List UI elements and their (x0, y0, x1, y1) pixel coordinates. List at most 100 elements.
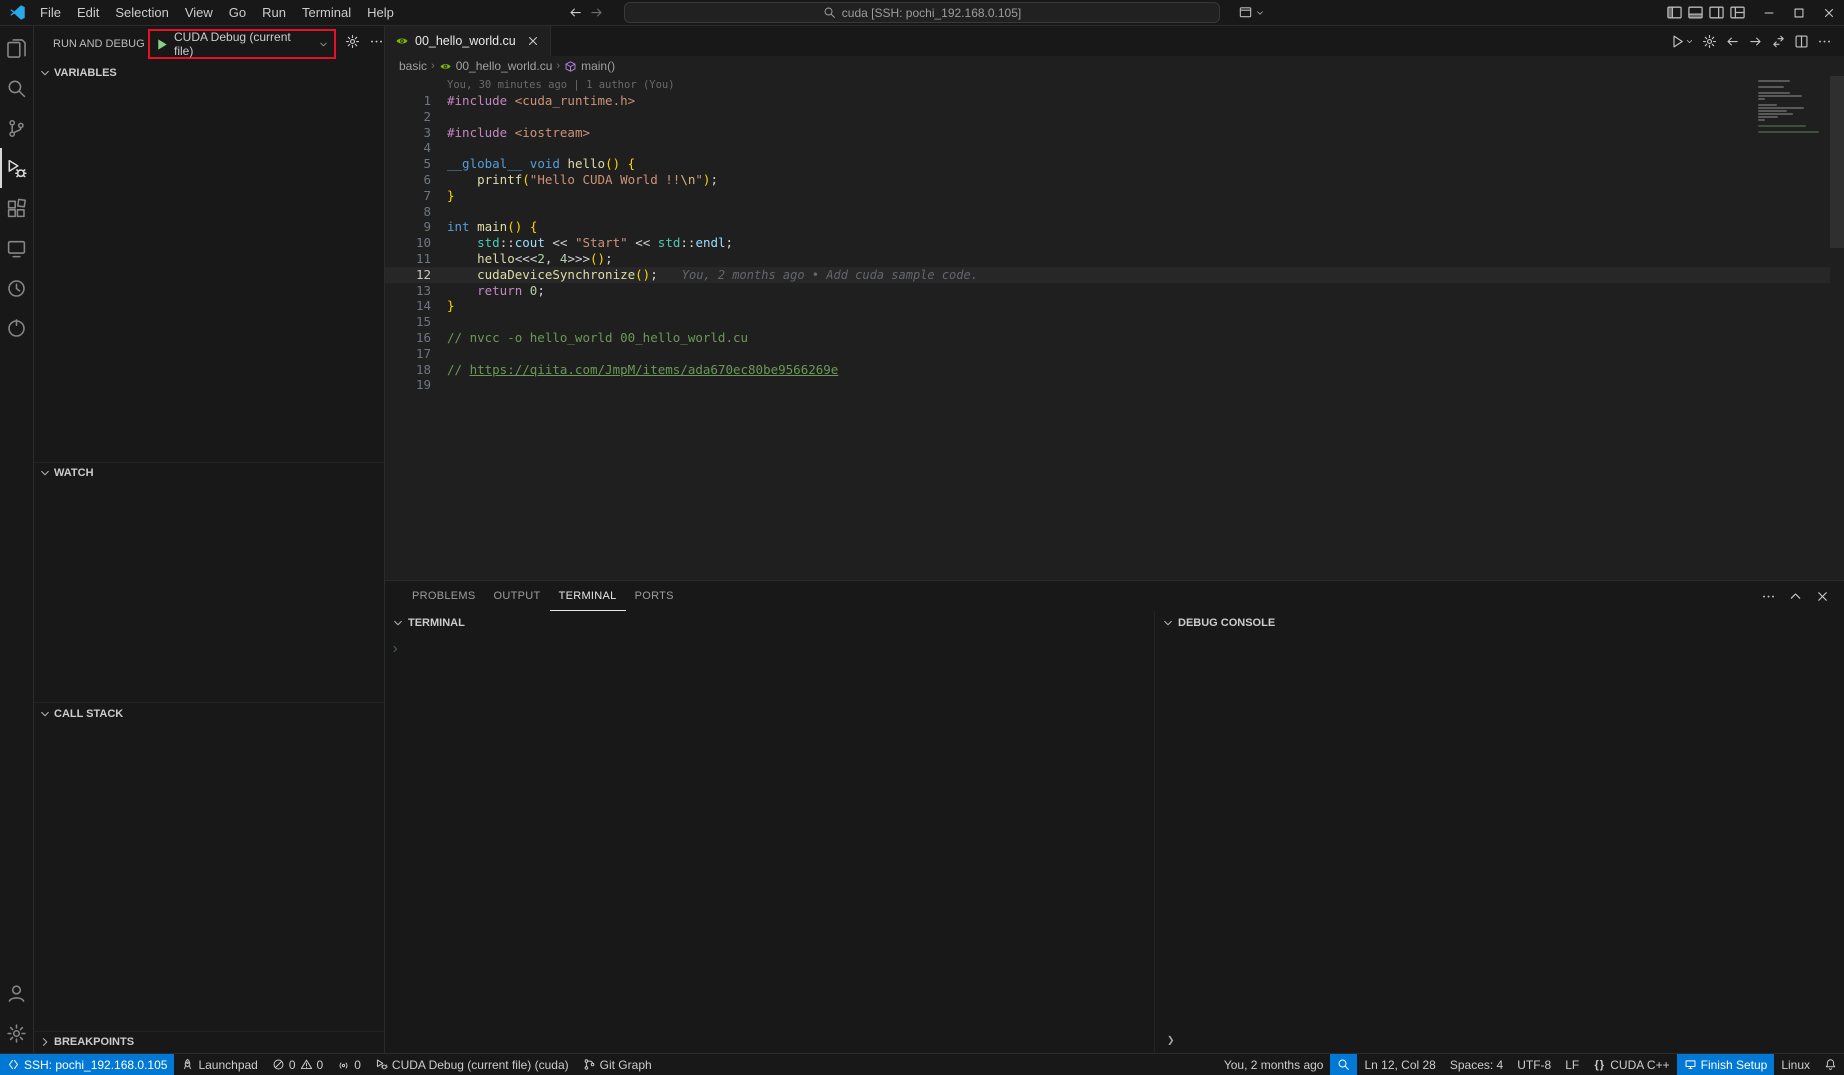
activity-source-control-icon[interactable] (0, 108, 33, 148)
activity-explorer-icon[interactable] (0, 28, 33, 68)
code-line[interactable]: 12 cudaDeviceSynchronize();You, 2 months… (385, 267, 1830, 283)
activity-settings-gear-icon[interactable] (0, 1013, 33, 1053)
code-line[interactable]: 7} (385, 188, 1830, 204)
toggle-secondary-sidebar-icon[interactable] (1708, 4, 1725, 21)
line-number[interactable]: 18 (385, 362, 431, 378)
close-tab-icon[interactable] (526, 34, 540, 48)
toggle-panel-icon[interactable] (1687, 4, 1704, 21)
code-line[interactable]: 13 return 0; (385, 283, 1830, 299)
section-header-breakpoints[interactable]: BREAKPOINTS (34, 1031, 384, 1053)
split-editor-button[interactable] (1792, 32, 1811, 51)
code-line[interactable]: 6 printf("Hello CUDA World !!\n"); (385, 172, 1830, 188)
minimap[interactable] (1754, 79, 1830, 136)
status-ports[interactable]: 0 (330, 1054, 368, 1075)
go-back-button[interactable] (1723, 32, 1742, 51)
section-header-watch[interactable]: WATCH (34, 462, 384, 484)
menu-view[interactable]: View (177, 2, 221, 24)
menu-file[interactable]: File (32, 2, 69, 24)
panel-tab-terminal[interactable]: TERMINAL (550, 581, 626, 611)
status-git-graph[interactable]: Git Graph (576, 1054, 659, 1075)
code-line[interactable]: 11 hello<<<2, 4>>>(); (385, 251, 1830, 267)
start-debugging-button[interactable] (155, 37, 170, 52)
debug-console-body[interactable]: ❯ (1155, 635, 1844, 1053)
search-box[interactable]: cuda [SSH: pochi_192.168.0.105] (624, 2, 1220, 23)
line-number[interactable]: 13 (385, 283, 431, 299)
line-number[interactable]: 5 (385, 156, 431, 172)
status-cursor-position[interactable]: Ln 12, Col 28 (1357, 1054, 1442, 1075)
line-number[interactable]: 17 (385, 346, 431, 362)
close-window-button[interactable] (1814, 0, 1844, 25)
line-number[interactable]: 10 (385, 235, 431, 251)
go-forward-icon[interactable] (589, 5, 604, 20)
menu-run[interactable]: Run (254, 2, 294, 24)
activity-extensions-icon[interactable] (0, 188, 33, 228)
line-number[interactable]: 4 (385, 140, 431, 156)
code-line[interactable]: 17 (385, 346, 1830, 362)
panel-tab-output[interactable]: OUTPUT (485, 581, 550, 611)
activity-live-share-icon[interactable] (0, 308, 33, 348)
git-blame-lens[interactable]: You, 30 minutes ago | 1 author (You) (385, 78, 1830, 93)
status-encoding[interactable]: UTF-8 (1510, 1054, 1558, 1075)
line-number[interactable]: 1 (385, 93, 431, 109)
line-number[interactable]: 3 (385, 125, 431, 141)
status-eol[interactable]: LF (1558, 1054, 1586, 1075)
menu-edit[interactable]: Edit (69, 2, 107, 24)
more-actions-icon[interactable] (1761, 589, 1776, 604)
open-changes-button[interactable] (1769, 32, 1788, 51)
code-line[interactable]: 2 (385, 109, 1830, 125)
breadcrumb-item[interactable]: 00_hello_world.cu (439, 59, 553, 73)
line-number[interactable]: 11 (385, 251, 431, 267)
more-actions-button[interactable] (1815, 32, 1834, 51)
code-line[interactable]: 19 (385, 377, 1830, 393)
section-header-variables[interactable]: VARIABLES (34, 62, 384, 84)
terminal-section-header[interactable]: TERMINAL (385, 611, 1154, 635)
menu-terminal[interactable]: Terminal (294, 2, 359, 24)
code-link[interactable]: https://qiita.com/JmpM/items/ada670ec80b… (470, 362, 839, 377)
minimize-button[interactable] (1754, 0, 1784, 25)
line-number[interactable]: 19 (385, 377, 431, 393)
status-launchpad[interactable]: Launchpad (174, 1054, 264, 1075)
close-panel-icon[interactable] (1815, 589, 1830, 604)
terminal-body[interactable] (385, 635, 1154, 1053)
activity-account-icon[interactable] (0, 973, 33, 1013)
menu-selection[interactable]: Selection (107, 2, 176, 24)
line-number[interactable]: 16 (385, 330, 431, 346)
status-remote-indicator[interactable]: SSH: pochi_192.168.0.105 (0, 1054, 174, 1075)
configure-gear-button[interactable] (1700, 32, 1719, 51)
tab-00-hello-world[interactable]: 00_hello_world.cu (385, 26, 551, 56)
debug-settings-gear-icon[interactable] (345, 34, 360, 54)
status-notifications[interactable] (1817, 1054, 1844, 1075)
run-or-debug-button[interactable] (1669, 32, 1696, 51)
go-back-icon[interactable] (568, 5, 583, 20)
code-line[interactable]: 4 (385, 140, 1830, 156)
line-number[interactable]: 8 (385, 204, 431, 220)
menu-go[interactable]: Go (221, 2, 254, 24)
code-line[interactable]: 14} (385, 298, 1830, 314)
breadcrumb-item[interactable]: basic (399, 59, 427, 73)
activity-remote-explorer-icon[interactable] (0, 228, 33, 268)
status-os[interactable]: Linux (1774, 1054, 1817, 1075)
status-indentation[interactable]: Spaces: 4 (1443, 1054, 1510, 1075)
activity-search-icon[interactable] (0, 68, 33, 108)
line-number[interactable]: 15 (385, 314, 431, 330)
more-debug-actions-icon[interactable] (369, 34, 384, 54)
status-language-mode[interactable]: {}CUDA C++ (1586, 1054, 1676, 1075)
go-forward-button[interactable] (1746, 32, 1765, 51)
code-editor[interactable]: You, 30 minutes ago | 1 author (You)1#in… (385, 76, 1844, 580)
code-line[interactable]: 9int main() { (385, 219, 1830, 235)
section-header-call-stack[interactable]: CALL STACK (34, 702, 384, 724)
code-line[interactable]: 8 (385, 204, 1830, 220)
editor-scrollbar[interactable] (1830, 76, 1844, 580)
line-number[interactable]: 12 (385, 267, 431, 283)
maximize-button[interactable] (1784, 0, 1814, 25)
line-number[interactable]: 14 (385, 298, 431, 314)
debug-console-prompt[interactable]: ❯ (1167, 1032, 1175, 1047)
activity-run-and-debug-icon[interactable] (0, 148, 33, 188)
code-line[interactable]: 16// nvcc -o hello_world 00_hello_world.… (385, 330, 1830, 346)
code-line[interactable]: 1#include <cuda_runtime.h> (385, 93, 1830, 109)
code-line[interactable]: 5__global__ void hello() { (385, 156, 1830, 172)
code-line[interactable]: 3#include <iostream> (385, 125, 1830, 141)
status-finish-setup[interactable]: Finish Setup (1677, 1054, 1775, 1075)
line-number[interactable]: 9 (385, 219, 431, 235)
breadcrumb-item[interactable]: main() (564, 59, 615, 73)
